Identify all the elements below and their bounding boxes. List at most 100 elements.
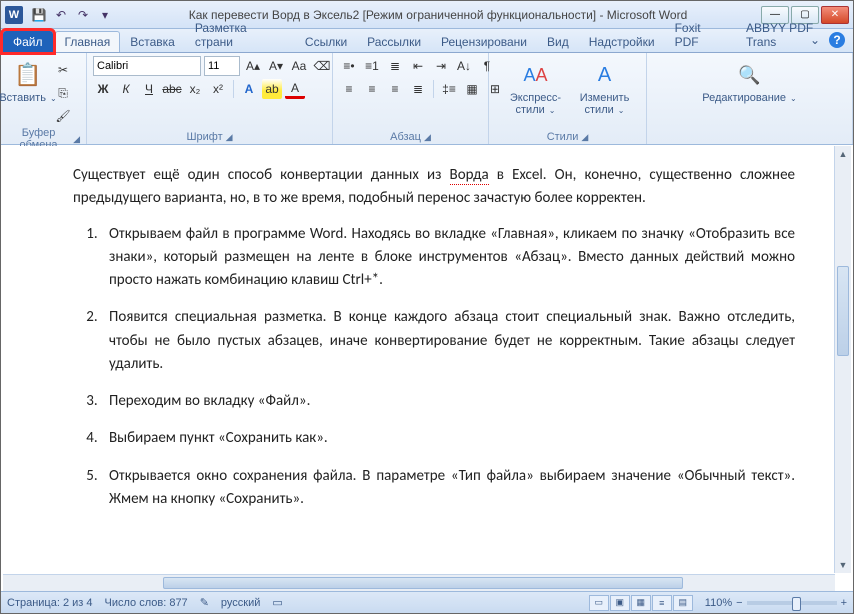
- clipboard-icon: 📋: [13, 60, 43, 90]
- qat-customize-icon[interactable]: ▾: [95, 5, 115, 25]
- group-styles-label: Стили: [547, 131, 579, 143]
- bold-button[interactable]: Ж: [93, 79, 113, 99]
- zoom-level[interactable]: 110%: [705, 597, 732, 609]
- doc-intro: Существует ещё один способ конвертации д…: [73, 164, 795, 211]
- tab-foxit[interactable]: Foxit PDF: [665, 17, 736, 52]
- font-name-select[interactable]: [93, 56, 201, 76]
- copy-icon[interactable]: ⎘: [53, 83, 73, 103]
- align-right-icon[interactable]: ≡: [385, 79, 405, 99]
- outline-view[interactable]: ≡: [652, 595, 672, 611]
- tab-references[interactable]: Ссылки: [295, 31, 357, 52]
- group-font-label: Шрифт: [186, 131, 222, 143]
- tab-home[interactable]: Главная: [55, 31, 121, 52]
- group-paragraph: ≡• ≡1 ≣ ⇤ ⇥ A↓ ¶ ≡ ≡ ≡ ≣ ‡≡ ▦ ⊞ Абзац◢: [333, 53, 489, 144]
- group-editing: 🔍 Редактирование: [647, 53, 853, 144]
- text-effects-icon[interactable]: A: [239, 79, 259, 99]
- zoom-in-button[interactable]: +: [841, 597, 847, 609]
- paste-button[interactable]: 📋 Вставить: [7, 56, 49, 104]
- clear-format-icon[interactable]: ⌫: [312, 56, 332, 76]
- group-font: A▴ A▾ Aa ⌫ Ж К Ч abc x₂ x² A ab A Шрифт ◢: [87, 53, 333, 144]
- ribbon-tabs: Файл Главная Вставка Разметка страни Ссы…: [1, 29, 853, 53]
- doc-list: Открываем файл в программе Word. Находяс…: [101, 223, 795, 512]
- list-item: Переходим во вкладку «Файл».: [101, 390, 795, 413]
- styles-dialog-launcher[interactable]: ◢: [581, 132, 588, 143]
- quick-access-toolbar: 💾 ↶ ↷ ▾: [29, 5, 115, 25]
- print-layout-view[interactable]: ▭: [589, 595, 609, 611]
- paragraph-dialog-launcher[interactable]: ◢: [424, 132, 431, 143]
- document-area: Существует ещё один способ конвертации д…: [3, 146, 851, 573]
- change-styles-icon: A: [590, 60, 620, 90]
- web-layout-view[interactable]: ▦: [631, 595, 651, 611]
- list-item: Появится специальная разметка. В конце к…: [101, 306, 795, 376]
- grow-font-icon[interactable]: A▴: [243, 56, 263, 76]
- multilevel-icon[interactable]: ≣: [385, 56, 405, 76]
- font-size-select[interactable]: [204, 56, 240, 76]
- subscript-button[interactable]: x₂: [185, 79, 205, 99]
- horizontal-scrollbar[interactable]: [3, 574, 835, 591]
- tab-file[interactable]: Файл: [3, 31, 53, 52]
- change-case-icon[interactable]: Aa: [289, 56, 309, 76]
- tab-view[interactable]: Вид: [537, 31, 579, 52]
- underline-button[interactable]: Ч: [139, 79, 159, 99]
- zoom-control: 110% − +: [705, 597, 847, 609]
- format-painter-icon[interactable]: 🖌: [53, 106, 73, 126]
- justify-icon[interactable]: ≣: [408, 79, 428, 99]
- list-item: Открываем файл в программе Word. Находяс…: [101, 223, 795, 293]
- group-paragraph-label: Абзац: [390, 131, 421, 143]
- align-left-icon[interactable]: ≡: [339, 79, 359, 99]
- word-app-icon: W: [5, 6, 23, 24]
- list-item: Открывается окно сохранения файла. В пар…: [101, 465, 795, 512]
- tab-layout[interactable]: Разметка страни: [185, 17, 295, 52]
- scroll-up-icon[interactable]: ▲: [835, 146, 851, 162]
- insert-mode-icon[interactable]: ▭: [272, 596, 282, 609]
- font-dialog-launcher[interactable]: ◢: [226, 132, 233, 143]
- quick-styles-button[interactable]: AA Экспресс-стили: [501, 56, 571, 116]
- editing-button[interactable]: 🔍 Редактирование: [705, 56, 795, 104]
- vertical-scrollbar[interactable]: ▲ ▼: [834, 146, 851, 573]
- scroll-down-icon[interactable]: ▼: [835, 557, 851, 573]
- status-page[interactable]: Страница: 2 из 4: [7, 597, 93, 609]
- undo-icon[interactable]: ↶: [51, 5, 71, 25]
- scroll-thumb[interactable]: [837, 266, 849, 356]
- clipboard-dialog-launcher[interactable]: ◢: [73, 134, 80, 145]
- fullscreen-view[interactable]: ▣: [610, 595, 630, 611]
- zoom-slider[interactable]: [747, 601, 837, 605]
- find-icon: 🔍: [735, 60, 765, 90]
- numbering-icon[interactable]: ≡1: [362, 56, 382, 76]
- outdent-icon[interactable]: ⇤: [408, 56, 428, 76]
- status-language[interactable]: русский: [221, 597, 260, 609]
- font-color-icon[interactable]: A: [285, 79, 305, 99]
- strike-button[interactable]: abc: [162, 79, 182, 99]
- cut-icon[interactable]: ✂: [53, 60, 73, 80]
- align-center-icon[interactable]: ≡: [362, 79, 382, 99]
- minimize-ribbon-icon[interactable]: ⌄: [807, 32, 823, 48]
- shrink-font-icon[interactable]: A▾: [266, 56, 286, 76]
- status-words[interactable]: Число слов: 877: [105, 597, 188, 609]
- shading-icon[interactable]: ▦: [462, 79, 482, 99]
- spell-error-word: Ворда: [450, 166, 489, 185]
- save-icon[interactable]: 💾: [29, 5, 49, 25]
- tab-addins[interactable]: Надстройки: [579, 31, 665, 52]
- superscript-button[interactable]: x²: [208, 79, 228, 99]
- redo-icon[interactable]: ↷: [73, 5, 93, 25]
- view-buttons: ▭ ▣ ▦ ≡ ▤: [589, 595, 693, 611]
- line-spacing-icon[interactable]: ‡≡: [439, 79, 459, 99]
- bullets-icon[interactable]: ≡•: [339, 56, 359, 76]
- tab-review[interactable]: Рецензировани: [431, 31, 537, 52]
- italic-button[interactable]: К: [116, 79, 136, 99]
- tab-mailings[interactable]: Рассылки: [357, 31, 431, 52]
- help-icon[interactable]: ?: [829, 32, 845, 48]
- group-styles: AA Экспресс-стили A Изменить стили Стили…: [489, 53, 647, 144]
- proofing-icon[interactable]: ✎: [200, 596, 209, 609]
- document-body[interactable]: Существует ещё один способ конвертации д…: [3, 146, 851, 535]
- tab-insert[interactable]: Вставка: [120, 31, 185, 52]
- quick-styles-icon: AA: [521, 60, 551, 90]
- ribbon: 📋 Вставить ✂ ⎘ 🖌 Буфер обмена◢ A▴ A▾ Aa …: [1, 53, 853, 145]
- draft-view[interactable]: ▤: [673, 595, 693, 611]
- highlight-icon[interactable]: ab: [262, 79, 282, 99]
- change-styles-button[interactable]: A Изменить стили: [575, 56, 635, 116]
- zoom-out-button[interactable]: −: [736, 597, 742, 609]
- indent-icon[interactable]: ⇥: [431, 56, 451, 76]
- sort-icon[interactable]: A↓: [454, 56, 474, 76]
- hscroll-thumb[interactable]: [163, 577, 683, 589]
